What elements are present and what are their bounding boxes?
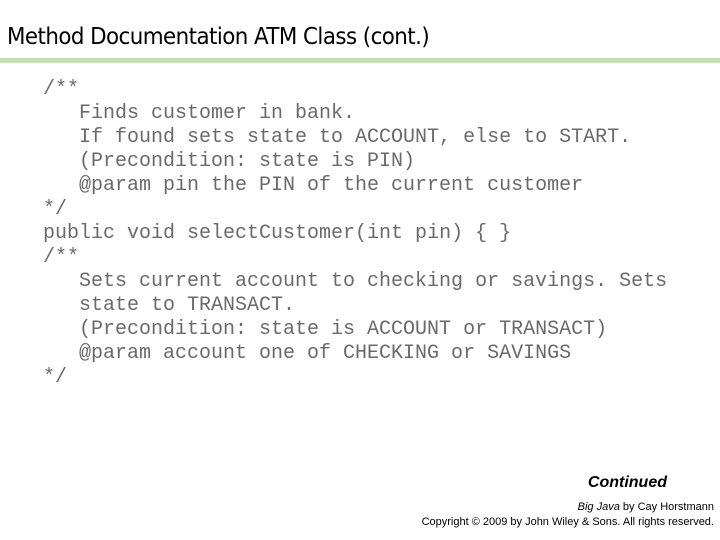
code-block: /** Finds customer in bank. If found set… — [43, 78, 667, 390]
title-divider — [0, 58, 720, 63]
copyright-notice: Copyright © 2009 by John Wiley & Sons. A… — [421, 516, 714, 528]
code-line-param: @param account one of CHECKING or SAVING… — [79, 342, 572, 365]
continued-label: Continued — [587, 474, 667, 491]
book-author: by Cay Horstmann — [619, 501, 714, 513]
code-line-description: Finds customer in bank. — [79, 102, 356, 125]
slide-title: Method Documentation ATM Class (cont.) — [7, 24, 430, 50]
code-line-javadoc-close: */ — [43, 366, 68, 389]
code-line-precondition: (Precondition: state is ACCOUNT or TRANS… — [79, 318, 608, 341]
code-line-javadoc-close: */ — [43, 198, 68, 221]
code-line-description: state to TRANSACT. — [79, 294, 296, 317]
code-line-description: Sets current account to checking or savi… — [79, 270, 668, 293]
code-line-javadoc-open: /** — [43, 246, 80, 269]
book-title: Big Java — [577, 501, 620, 513]
book-credit: Big Java by Cay Horstmann — [422, 500, 714, 515]
code-line-javadoc-open: /** — [43, 78, 80, 101]
code-line-param: @param pin the PIN of the current custom… — [79, 174, 584, 197]
code-line-description: If found sets state to ACCOUNT, else to … — [79, 126, 632, 149]
credit-block: Big Java by Cay Horstmann Copyright © 20… — [422, 500, 714, 530]
code-line-method-signature: public void selectCustomer(int pin) { } — [43, 222, 512, 245]
code-line-precondition: (Precondition: state is PIN) — [79, 150, 416, 173]
